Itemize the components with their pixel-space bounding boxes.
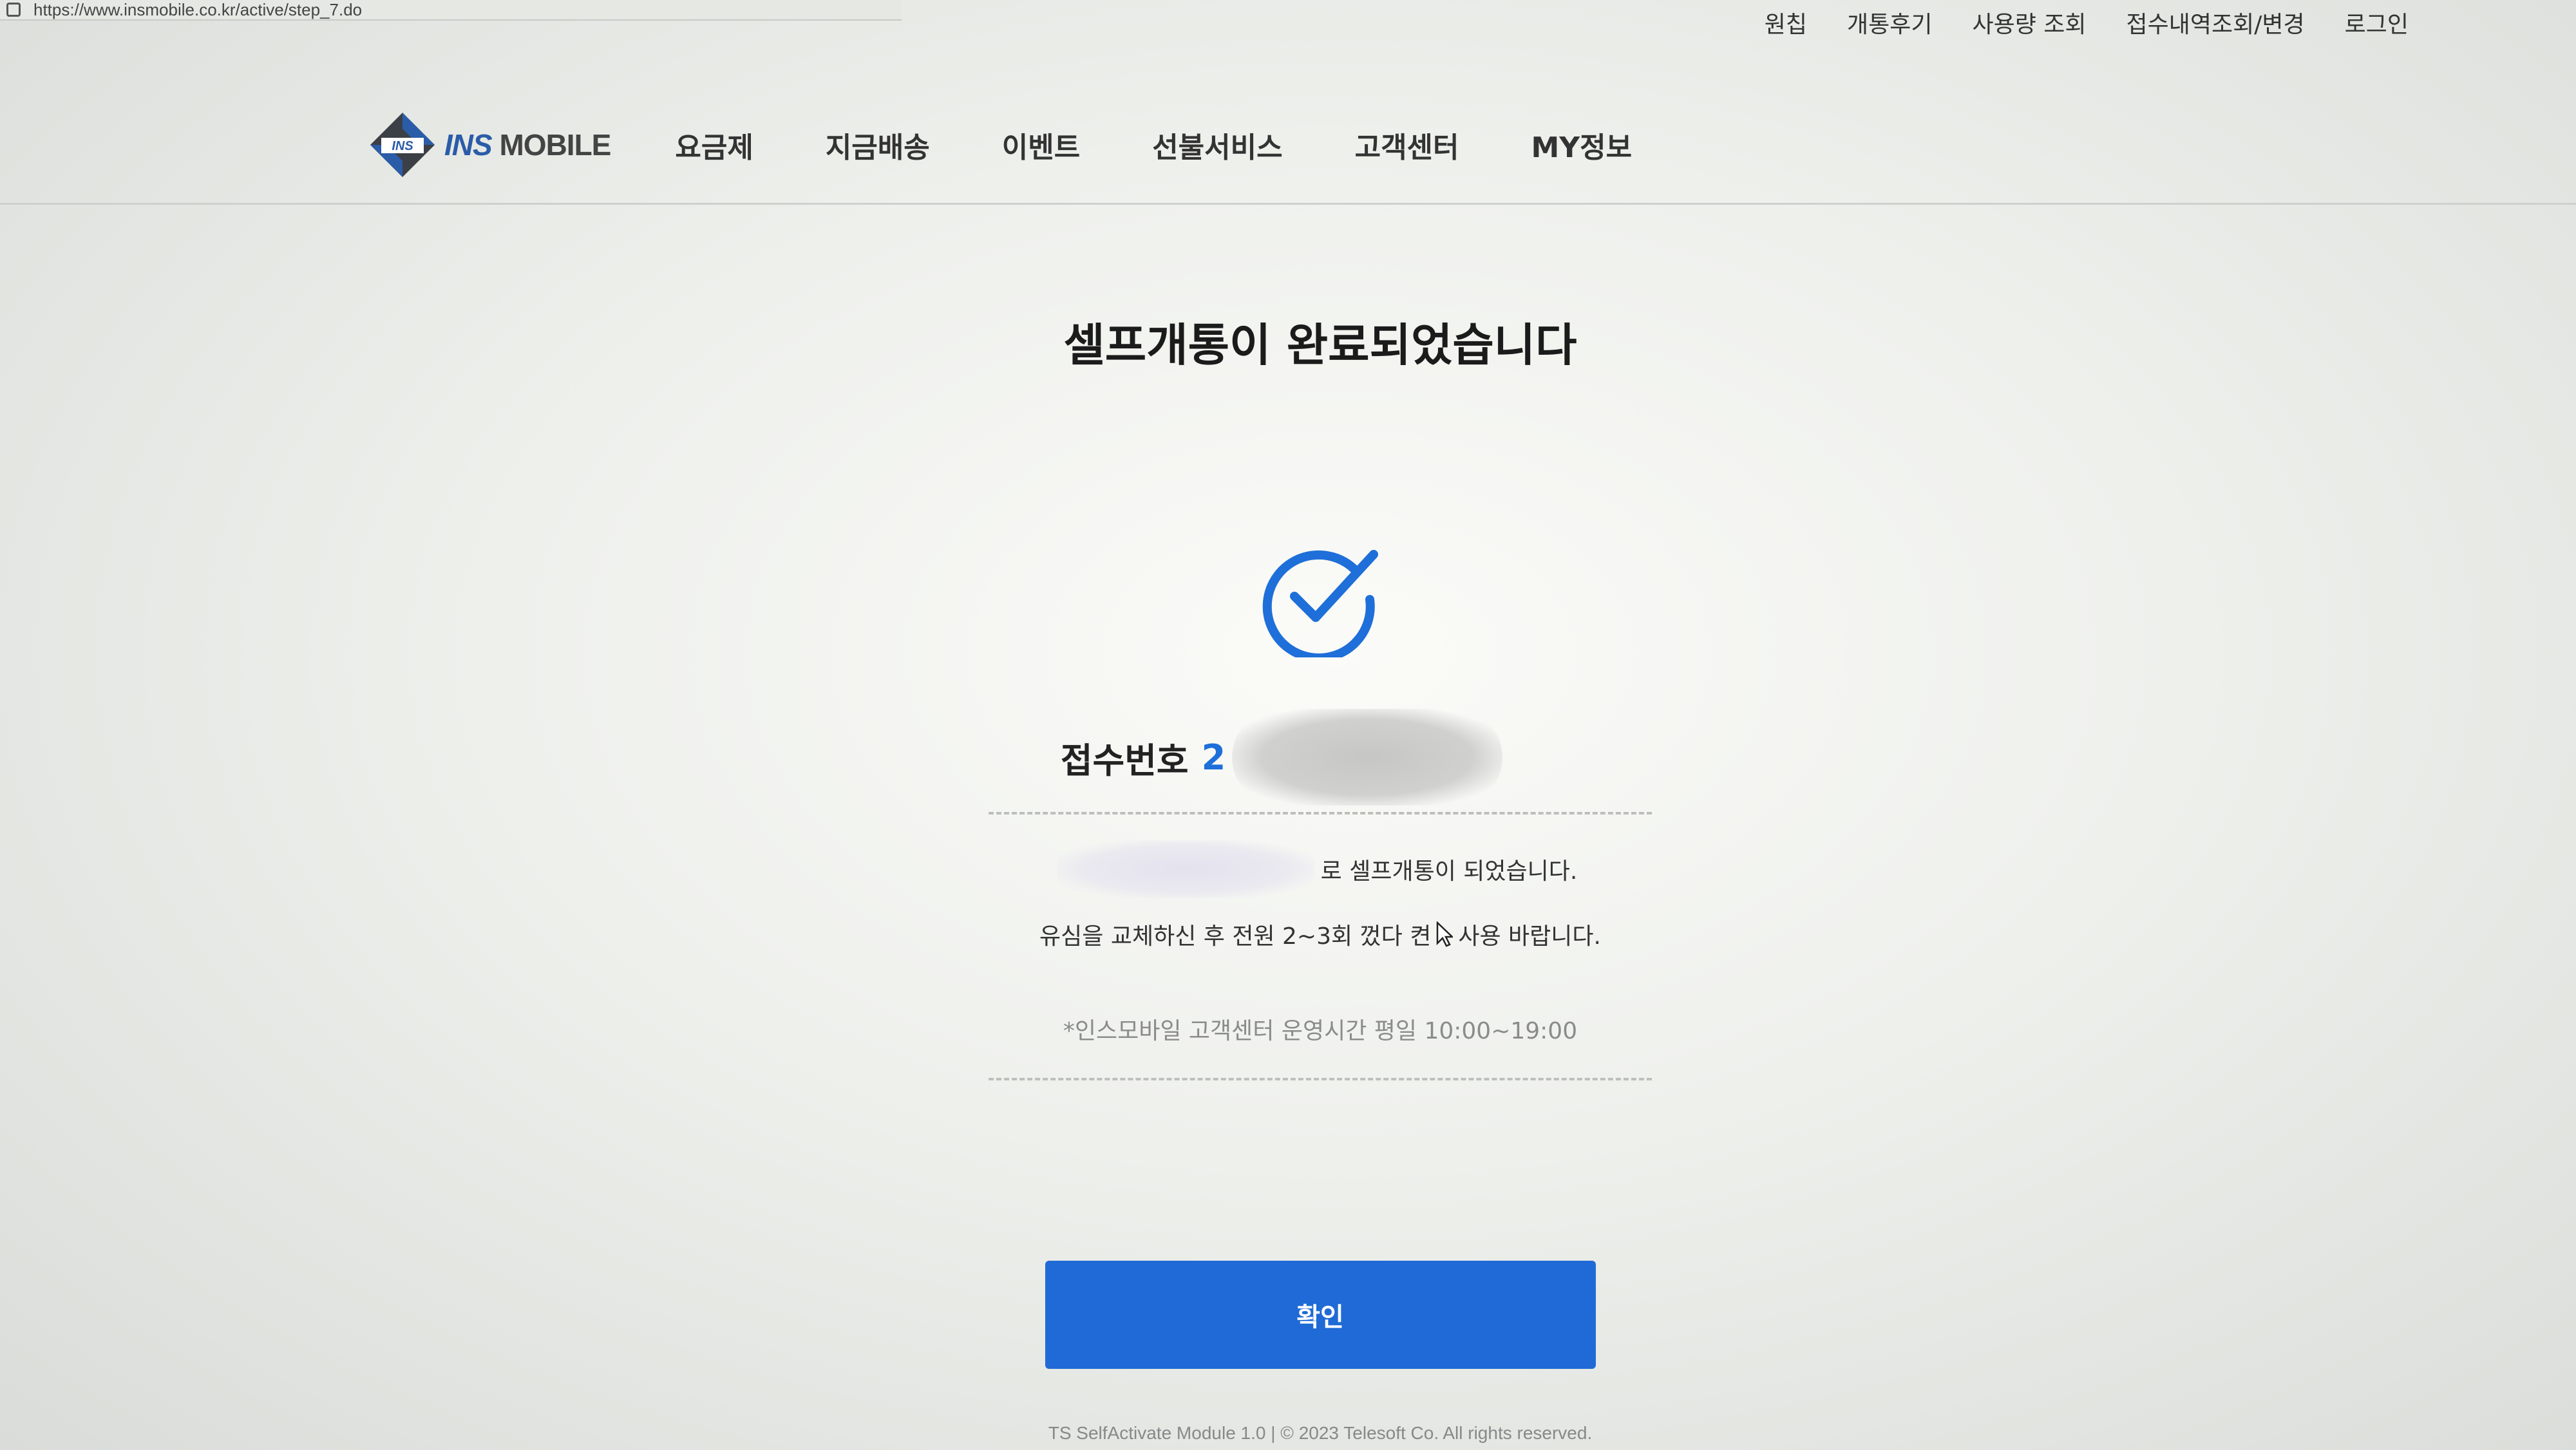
redacted-receipt-number (1232, 709, 1503, 805)
nav-support[interactable]: 고객센터 (1355, 124, 1459, 165)
browser-url-bar[interactable]: https://www.insmobile.co.kr/active/step_… (0, 0, 902, 21)
svg-text:INS: INS (392, 139, 413, 153)
utility-link-login[interactable]: 로그인 (2345, 6, 2409, 39)
page-title: 셀프개통이 완료되었습니다 (1063, 319, 1577, 372)
receipt-number: 2 (1201, 737, 1226, 778)
utility-link-order-status[interactable]: 접수내역조회/변경 (2126, 6, 2305, 39)
sim-instruction-text-1: 유심을 교체하신 후 전원 2~3회 껐다 켠 (1039, 923, 1432, 950)
ins-logo-icon: INS (367, 109, 438, 180)
nav-plans[interactable]: 요금제 (675, 124, 753, 165)
nav-events[interactable]: 이벤트 (1002, 124, 1080, 165)
activation-message-text: 로 셀프개통이 되었습니다. (1320, 858, 1578, 885)
nav-instant-delivery[interactable]: 지금배송 (826, 124, 930, 165)
utility-link-usim[interactable]: 원칩 (1765, 6, 1807, 39)
url-text[interactable]: https://www.insmobile.co.kr/active/step_… (33, 0, 362, 20)
header-divider (0, 203, 2576, 205)
site-logo[interactable]: INS INS MOBILE (367, 109, 611, 180)
confirm-button[interactable]: 확인 (1045, 1261, 1596, 1369)
utility-link-reviews[interactable]: 개통후기 (1847, 6, 1932, 39)
main-nav: 요금제 지금배송 이벤트 선불서비스 고객센터 MY정보 (675, 124, 1632, 165)
completion-panel: 셀프개통이 완료되었습니다 접수번호 2 로 셀프개통이 되었습니다. 유심을 … (0, 309, 2576, 1369)
nav-my-info[interactable]: MY정보 (1531, 124, 1633, 165)
utility-link-usage[interactable]: 사용량 조회 (1972, 6, 2086, 39)
utility-nav: 원칩 개통후기 사용량 조회 접수내역조회/변경 로그인 (1765, 0, 2409, 45)
mouse-pointer-icon (1437, 921, 1454, 947)
nav-prepaid[interactable]: 선불서비스 (1152, 124, 1282, 165)
site-header: INS INS MOBILE 요금제 지금배송 이벤트 선불서비스 고객센터 M… (367, 97, 2576, 193)
sim-instruction-text-2: 사용 바랍니다. (1458, 923, 1601, 950)
receipt-number-row: 접수번호 2 (1060, 709, 1503, 805)
logo-wordmark: INS MOBILE (444, 128, 611, 162)
receipt-label: 접수번호 (1060, 740, 1189, 781)
redacted-phone-number (1056, 840, 1314, 898)
support-hours: *인스모바일 고객센터 운영시간 평일 10:00~19:00 (1063, 1018, 1578, 1044)
footer-copyright: TS SelfActivate Module 1.0 | © 2023 Tele… (1048, 1423, 1593, 1443)
sim-instruction: 유심을 교체하신 후 전원 2~3회 껐다 켠 사용 바랍니다. (1039, 918, 1601, 951)
check-circle-icon (1259, 535, 1381, 663)
activation-message: 로 셀프개통이 되었습니다. (1056, 840, 1578, 898)
dashed-divider-bottom (989, 1078, 1652, 1080)
lock-icon (6, 3, 21, 17)
dashed-divider-top (989, 812, 1652, 814)
